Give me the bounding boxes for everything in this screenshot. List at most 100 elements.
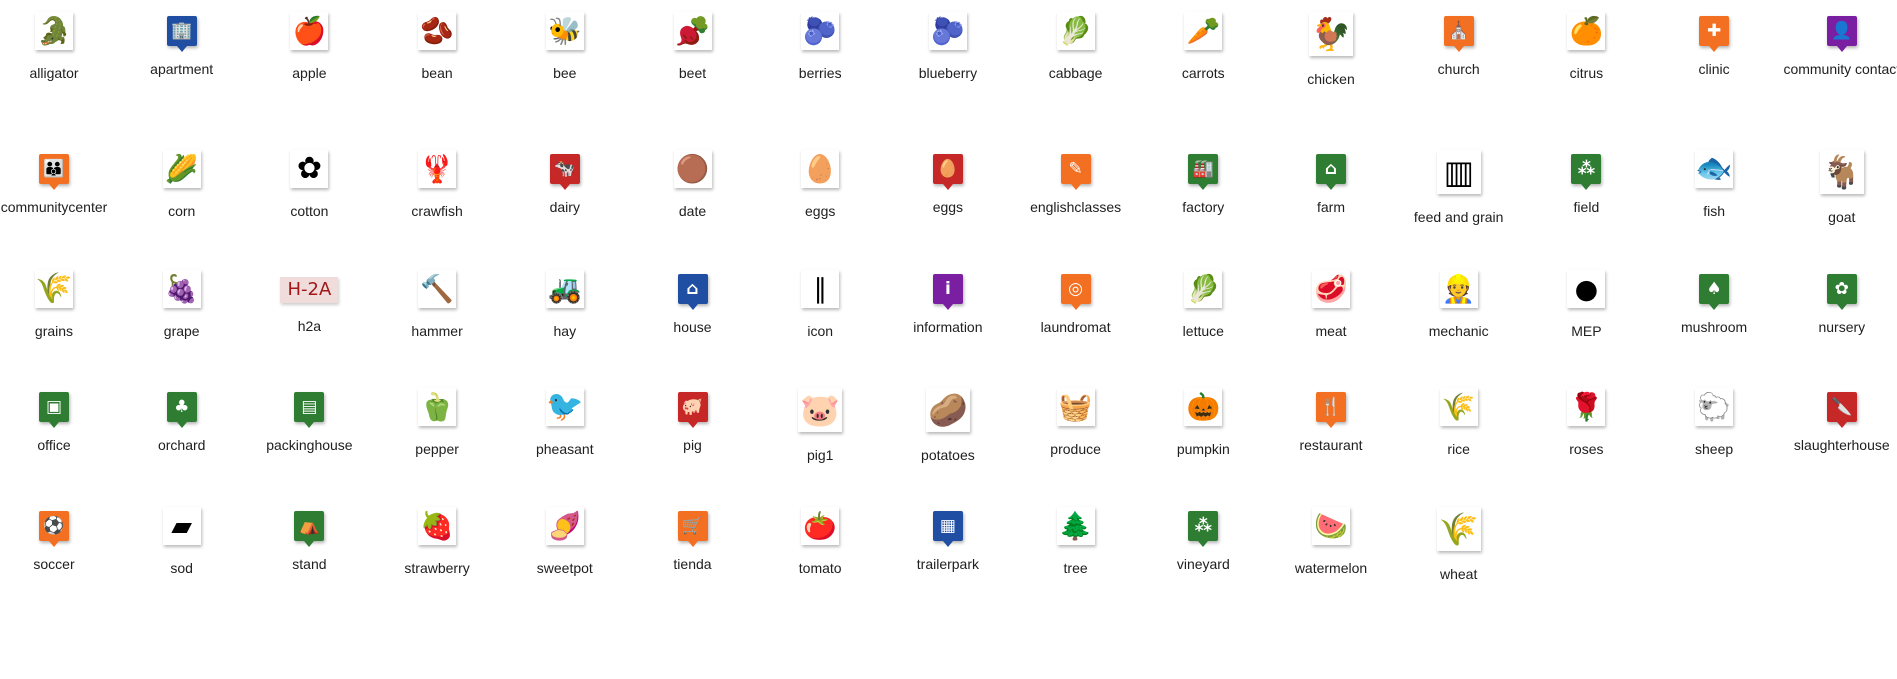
icon-file-label: soccer xyxy=(33,556,75,572)
icon-file-item[interactable]: ⌂ farm xyxy=(1267,150,1395,217)
icon-file-item[interactable]: ● MEP xyxy=(1522,270,1650,341)
icon-file-item[interactable]: ✎ englishclasses xyxy=(1012,150,1140,217)
icon-file-item[interactable]: 🐷 pig1 xyxy=(756,388,884,465)
grains-icon: 🌾 xyxy=(35,270,73,308)
icon-file-item[interactable]: ▦ trailerpark xyxy=(884,507,1012,574)
icon-file-item[interactable]: 🛒 tienda xyxy=(629,507,757,574)
icon-file-item[interactable]: 🌹 roses xyxy=(1522,388,1650,459)
icon-file-item[interactable]: 👷 mechanic xyxy=(1395,270,1523,341)
icon-file-item[interactable]: ✚ clinic xyxy=(1650,12,1778,79)
wheat-icon: 🌾 xyxy=(1436,507,1481,551)
icon-file-item[interactable]: 🐟 fish xyxy=(1650,150,1778,221)
icon-file-item[interactable]: 🍉 watermelon xyxy=(1267,507,1395,578)
icon-file-label: bee xyxy=(553,65,577,81)
icon-file-item[interactable]: 🐑 sheep xyxy=(1650,388,1778,459)
icon-file-item[interactable]: 🐖 pig xyxy=(629,388,757,455)
icon-file-item[interactable]: 🐊 alligator xyxy=(0,12,118,83)
icon-file-label: laundromat xyxy=(1040,319,1111,335)
icon-file-item[interactable]: 🫐 berries xyxy=(756,12,884,83)
icon-file-item[interactable]: 🫐 blueberry xyxy=(884,12,1012,83)
icon-file-item[interactable]: 🐝 bee xyxy=(501,12,629,83)
icon-file-item[interactable]: 🍎 apple xyxy=(245,12,373,83)
icon-file-item[interactable]: ◎ laundromat xyxy=(1012,270,1140,337)
icon-file-item[interactable]: 🔨 hammer xyxy=(373,270,501,341)
icon-file-label: h2a xyxy=(297,318,322,334)
icon-file-item[interactable]: ▤ packinghouse xyxy=(245,388,373,455)
icon-file-item[interactable]: ⁂ vineyard xyxy=(1139,507,1267,574)
icon-file-item[interactable]: 🐓 chicken xyxy=(1267,12,1395,89)
icon-file-item[interactable]: ⁂ field xyxy=(1522,150,1650,217)
icon-file-item[interactable]: ∥ icon xyxy=(756,270,884,341)
orchard-icon: ♣ xyxy=(166,392,197,428)
icon-file-item[interactable]: ⛺ stand xyxy=(245,507,373,574)
beet-icon: 🫜 xyxy=(673,12,712,50)
icon-file-item[interactable]: 🫘 bean xyxy=(373,12,501,83)
icon-file-item[interactable]: 🍓 strawberry xyxy=(373,507,501,578)
icon-file-item[interactable]: 🌾 rice xyxy=(1395,388,1523,459)
chicken-icon: 🐓 xyxy=(1309,12,1353,56)
icon-file-item[interactable]: 🔪 slaughterhouse xyxy=(1778,388,1897,455)
icon-file-label: MEP xyxy=(1571,323,1602,339)
icon-file-item[interactable]: 🏢 apartment xyxy=(118,12,246,79)
icon-file-item[interactable]: 🌾 grains xyxy=(0,270,118,341)
icon-file-item[interactable]: 🐐 goat xyxy=(1778,150,1897,227)
icon-file-item[interactable]: ♠ mushroom xyxy=(1650,270,1778,337)
icon-file-item[interactable]: 🫑 pepper xyxy=(373,388,501,459)
tree-icon: 🌲 xyxy=(1056,507,1095,545)
icon-file-item[interactable]: 🍴 restaurant xyxy=(1267,388,1395,455)
fish-icon: 🐟 xyxy=(1695,150,1734,188)
icon-file-item[interactable]: 🍠 sweetpot xyxy=(501,507,629,578)
icon-file-item[interactable]: ▥ feed and grain xyxy=(1395,150,1523,227)
icon-file-item[interactable]: 🥬 lettuce xyxy=(1139,270,1267,341)
icon-file-item[interactable]: ▰ sod xyxy=(118,507,246,578)
icon-file-item[interactable]: 🥚 eggs xyxy=(884,150,1012,217)
icon-file-item[interactable]: 🥚 eggs xyxy=(756,150,884,221)
icon-file-label: fish xyxy=(1703,203,1725,219)
icon-file-label: blueberry xyxy=(918,65,978,81)
icon-grid: 🐊 alligator 🏢 apartment 🍎 apple 🫘 bean 🐝 bee 🫜 beet… xyxy=(0,0,1897,679)
icon-file-item[interactable]: 🌽 corn xyxy=(118,150,246,221)
icon-file-item[interactable]: 🍅 tomato xyxy=(756,507,884,578)
icon-file-item[interactable]: 🥩 meat xyxy=(1267,270,1395,341)
icon-file-item[interactable]: 🐦 pheasant xyxy=(501,388,629,459)
pumpkin-icon: 🎃 xyxy=(1184,388,1223,426)
icon-file-item[interactable]: 🦞 crawfish xyxy=(373,150,501,221)
icon-file-item[interactable]: 🍇 grape xyxy=(118,270,246,341)
icon-file-item[interactable]: 👪 communitycenter xyxy=(0,150,118,217)
mep-flag-icon: ● xyxy=(1567,270,1606,308)
icon-file-label: trailerpark xyxy=(916,556,980,572)
icon-file-item[interactable]: 🌲 tree xyxy=(1012,507,1140,578)
icon-file-label: lettuce xyxy=(1182,323,1224,339)
icon-file-item[interactable]: 🌾 wheat xyxy=(1395,507,1523,584)
icon-file-item[interactable]: 🫜 beet xyxy=(629,12,757,83)
icon-file-item[interactable]: 🟤 date xyxy=(629,150,757,221)
icon-file-item[interactable]: H-2A h2a xyxy=(245,270,373,336)
icon-file-item[interactable]: ✿ cotton xyxy=(245,150,373,221)
icon-file-item[interactable]: ▣ office xyxy=(0,388,118,455)
icon-file-item[interactable]: i information xyxy=(884,270,1012,337)
icon-file-label: restaurant xyxy=(1299,437,1363,453)
icon-file-item[interactable]: 🥕 carrots xyxy=(1139,12,1267,83)
icon-file-item[interactable]: ⚽ soccer xyxy=(0,507,118,574)
watermelon-icon: 🍉 xyxy=(1312,507,1350,545)
icon-file-label: sheep xyxy=(1695,441,1734,457)
icon-file-item[interactable]: ⛪ church xyxy=(1395,12,1523,79)
icon-file-item[interactable]: 🚜 hay xyxy=(501,270,629,341)
icon-file-item[interactable]: 🍊 citrus xyxy=(1522,12,1650,83)
icon-file-item[interactable]: 🐄 dairy xyxy=(501,150,629,217)
icon-file-item[interactable]: 👤 community contact xyxy=(1778,12,1897,79)
icon-file-item[interactable]: ⌂ house xyxy=(629,270,757,337)
icon-file-item[interactable]: 🥬 cabbage xyxy=(1012,12,1140,83)
icon-file-item[interactable]: 🧺 produce xyxy=(1012,388,1140,459)
icon-file-label: potatoes xyxy=(921,447,975,463)
icon-file-item[interactable]: ♣ orchard xyxy=(118,388,246,455)
icon-file-item[interactable]: ✿ nursery xyxy=(1778,270,1897,337)
mushroom-icon: ♠ xyxy=(1699,274,1730,310)
icon-file-label: meat xyxy=(1315,323,1347,339)
icon-file-item[interactable]: 🎃 pumpkin xyxy=(1139,388,1267,459)
icon-file-item[interactable]: 🏭 factory xyxy=(1139,150,1267,217)
icon-file-label: tree xyxy=(1063,560,1088,576)
pig-face-icon: 🐷 xyxy=(798,388,843,432)
icon-file-item[interactable]: 🥔 potatoes xyxy=(884,388,1012,465)
office-icon: ▣ xyxy=(39,392,69,428)
